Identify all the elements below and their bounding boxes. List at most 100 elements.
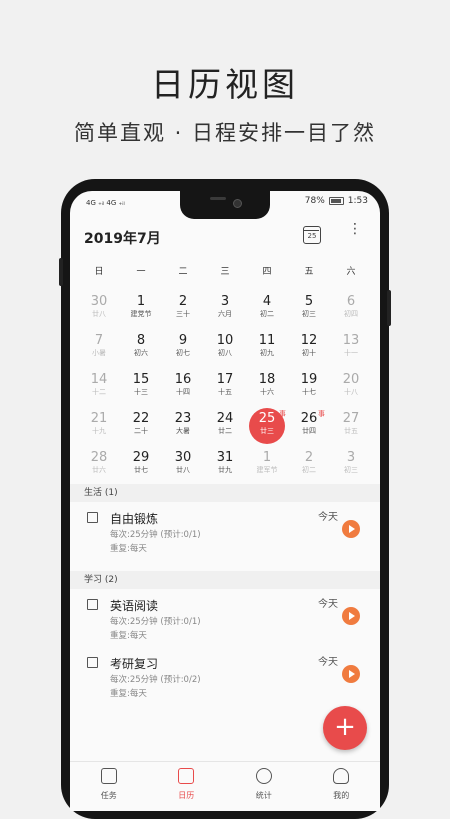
day-lunar: 十三 — [134, 388, 148, 396]
calendar-day[interactable]: 20 十八 — [330, 369, 372, 408]
play-timer-icon[interactable] — [342, 607, 360, 625]
task-item[interactable]: 考研复习 每次:25分钟 (预计:0/2) 重复:每天 今天 — [70, 651, 380, 707]
calendar-day[interactable]: 22 二十 — [120, 408, 162, 447]
calendar-header: 2019年7月 25 ⋮ — [70, 222, 380, 256]
calendar-today-icon[interactable]: 25 — [303, 226, 321, 244]
calendar-day[interactable]: 19 十七 — [288, 369, 330, 408]
day-number: 14 — [90, 372, 108, 387]
task-name: 英语阅读 — [110, 599, 159, 613]
calendar-week: 28 廿六 29 廿七 30 廿八 31 廿九 1 建军节 2 初二 3 初三 — [78, 447, 372, 486]
task-checkbox[interactable] — [87, 657, 98, 668]
day-number: 13 — [342, 333, 360, 348]
calendar-day[interactable]: 7 小暑 — [78, 330, 120, 369]
task-checkbox[interactable] — [87, 599, 98, 610]
calendar-day[interactable]: 2 初二 — [288, 447, 330, 486]
calendar-day[interactable]: 10 初八 — [204, 330, 246, 369]
task-duration: 每次:25分钟 (预计:0/2) — [110, 675, 201, 685]
calendar-day[interactable]: 31 廿九 — [204, 447, 246, 486]
calendar-day[interactable]: 15 十三 — [120, 369, 162, 408]
task-item[interactable]: 英语阅读 每次:25分钟 (预计:0/1) 重复:每天 今天 — [70, 593, 380, 649]
play-timer-icon[interactable] — [342, 665, 360, 683]
day-lunar: 廿四 — [302, 427, 316, 435]
task-name: 自由锻炼 — [110, 512, 159, 526]
calendar-day[interactable]: 17 十五 — [204, 369, 246, 408]
calendar-day[interactable]: 8 初六 — [120, 330, 162, 369]
calendar-day[interactable]: 9 初七 — [162, 330, 204, 369]
calendar-day[interactable]: 1 建军节 — [246, 447, 288, 486]
battery-percent: 78% — [304, 196, 325, 206]
task-due: 今天 — [318, 512, 338, 523]
day-number: 6 — [346, 294, 356, 309]
calendar-day[interactable]: 2 三十 — [162, 291, 204, 330]
calendar-day[interactable]: 29 廿七 — [120, 447, 162, 486]
calendar-week: 21 十九 22 二十 23 大暑 24 廿二 25 廿三事 26 廿四事 27 廿五 — [78, 408, 372, 447]
calendar-day[interactable]: 1 建党节 — [120, 291, 162, 330]
pie-chart-icon — [255, 768, 272, 784]
calendar-day[interactable]: 23 大暑 — [162, 408, 204, 447]
calendar-day[interactable]: 28 廿六 — [78, 447, 120, 486]
day-lunar: 初三 — [302, 310, 316, 318]
day-lunar: 大暑 — [176, 427, 190, 435]
calendar-icon — [178, 768, 195, 784]
calendar-day[interactable]: 16 十四 — [162, 369, 204, 408]
promo-title: 日历视图 — [151, 65, 299, 104]
task-item[interactable]: 自由锻炼 每次:25分钟 (预计:0/1) 重复:每天 今天 — [70, 506, 380, 562]
calendar-day[interactable]: 21 十九 — [78, 408, 120, 447]
calendar-day[interactable]: 14 十二 — [78, 369, 120, 408]
tab-user[interactable]: 我的 — [303, 762, 381, 811]
weekday-label: 三 — [220, 267, 230, 277]
day-lunar: 十九 — [92, 427, 106, 435]
calendar-day[interactable]: 5 初三 — [288, 291, 330, 330]
weekday-label: 五 — [304, 267, 314, 277]
tab-task-list[interactable]: 任务 — [70, 762, 148, 811]
day-number: 1 — [136, 294, 146, 309]
camera-icon — [233, 199, 242, 208]
calendar-day[interactable]: 24 廿二 — [204, 408, 246, 447]
calendar-grid: 30 廿八 1 建党节 2 三十 3 六月 4 初二 5 初三 6 初四 7 小暑 8 初六 9 初七 10 初八 11 初九… — [78, 291, 372, 486]
section-header: 生活 (1) — [70, 484, 380, 502]
calendar-day[interactable]: 18 十六 — [246, 369, 288, 408]
day-lunar: 初七 — [176, 349, 190, 357]
day-lunar: 廿八 — [92, 310, 106, 318]
day-lunar: 初八 — [218, 349, 232, 357]
calendar-day[interactable]: 3 初三 — [330, 447, 372, 486]
month-title[interactable]: 2019年7月 — [84, 228, 161, 248]
volume-button — [59, 258, 63, 286]
more-vertical-icon[interactable]: ⋮ — [348, 222, 362, 244]
calendar-day[interactable]: 3 六月 — [204, 291, 246, 330]
calendar-day[interactable]: 27 廿五 — [330, 408, 372, 447]
calendar-day[interactable]: 4 初二 — [246, 291, 288, 330]
task-duration: 每次:25分钟 (预计:0/1) — [110, 530, 201, 540]
task-checkbox[interactable] — [87, 512, 98, 523]
day-lunar: 初三 — [344, 466, 358, 474]
day-number: 15 — [132, 372, 150, 387]
day-lunar: 十二 — [92, 388, 106, 396]
calendar-day[interactable]: 6 初四 — [330, 291, 372, 330]
calendar-day[interactable]: 30 廿八 — [162, 447, 204, 486]
day-number: 31 — [216, 450, 234, 465]
calendar-day[interactable]: 13 十一 — [330, 330, 372, 369]
day-lunar: 初四 — [344, 310, 358, 318]
task-duration: 每次:25分钟 (预计:0/1) — [110, 617, 201, 627]
day-number: 5 — [304, 294, 314, 309]
calendar-day-selected[interactable]: 25 廿三事 — [246, 408, 288, 447]
promo-subtitle: 简单直观 · 日程安排一目了然 — [73, 121, 377, 145]
calendar-day[interactable]: 11 初九 — [246, 330, 288, 369]
calendar-day[interactable]: 26 廿四事 — [288, 408, 330, 447]
day-number: 30 — [174, 450, 192, 465]
day-number: 8 — [136, 333, 146, 348]
tab-calendar[interactable]: 日历 — [148, 762, 226, 811]
weekday-label: 四 — [262, 267, 272, 277]
bottom-tabbar: 任务 日历 统计 我的 — [70, 761, 380, 811]
day-number: 16 — [174, 372, 192, 387]
weekday-label: 日 — [94, 267, 104, 277]
add-task-button[interactable]: + — [323, 706, 367, 750]
play-timer-icon[interactable] — [342, 520, 360, 538]
tab-label: 日历 — [178, 791, 195, 800]
tab-pie-chart[interactable]: 统计 — [225, 762, 303, 811]
user-icon — [333, 768, 350, 784]
calendar-day[interactable]: 30 廿八 — [78, 291, 120, 330]
day-lunar: 初十 — [302, 349, 316, 357]
app-screen: 4G ₊ᵢₗ 4G ₊ᵢₗ 78% 1:53 2019年7月 25 ⋮ 日一二三… — [70, 191, 380, 811]
calendar-day[interactable]: 12 初十 — [288, 330, 330, 369]
